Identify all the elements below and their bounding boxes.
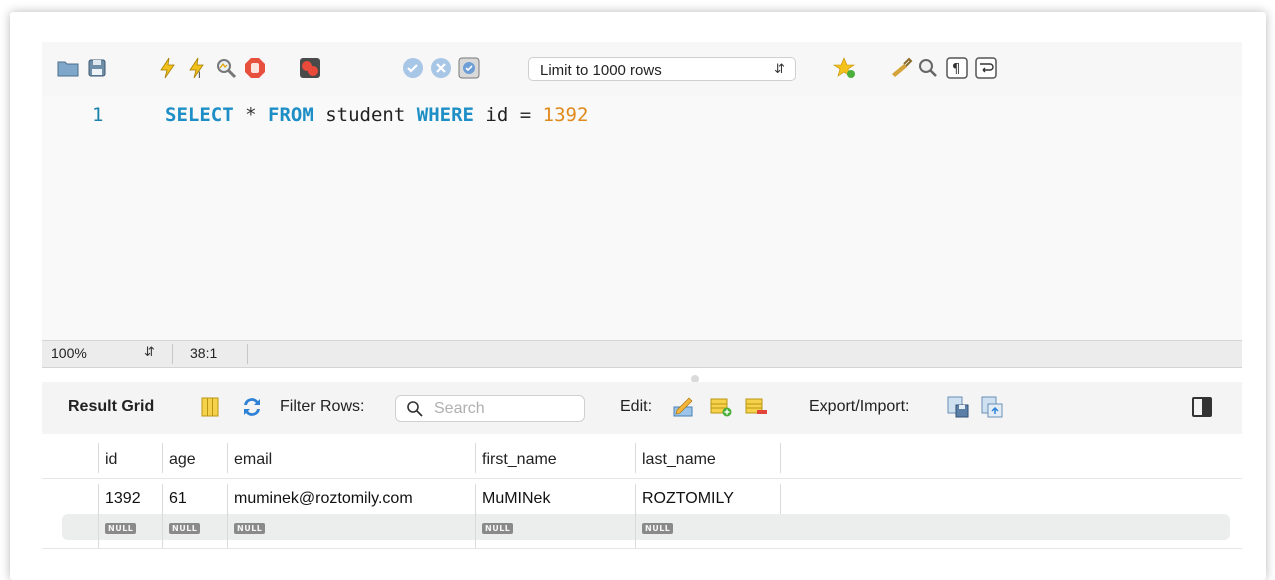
toggle-continue-on-error-icon[interactable]	[298, 56, 322, 80]
sql-table-name: student	[325, 104, 406, 126]
save-icon[interactable]	[85, 56, 109, 80]
export-import-label: Export/Import:	[809, 398, 910, 415]
beautify-icon[interactable]	[889, 56, 913, 80]
sql-number-literal: 1392	[542, 104, 589, 126]
new-row-cell-last-name[interactable]: NULL	[635, 514, 780, 548]
svg-text:¶: ¶	[952, 62, 960, 77]
wrap-icon[interactable]	[974, 56, 998, 80]
svg-text:I: I	[198, 71, 201, 80]
cell-id[interactable]: 1392	[98, 484, 162, 514]
cursor-position: 38:1	[190, 345, 218, 361]
status-divider	[247, 344, 248, 364]
null-badge: NULL	[169, 523, 201, 534]
edit-label: Edit:	[620, 398, 653, 415]
autocommit-icon[interactable]	[457, 56, 481, 80]
sql-editor-window: I Limit to 1000 rows ⇵ ¶ 1 SELECT * FROM…	[10, 12, 1266, 580]
sql-editor[interactable]: 1 SELECT * FROM student WHERE id = 1392	[42, 96, 1242, 340]
column-header-age[interactable]: age	[162, 443, 227, 473]
commit-icon[interactable]	[401, 56, 425, 80]
cell-age[interactable]: 61	[162, 484, 227, 514]
column-divider	[780, 484, 787, 514]
execute-current-icon[interactable]: I	[185, 56, 209, 80]
filter-rows-search-input[interactable]: Search	[395, 395, 585, 422]
new-row-cell-age[interactable]: NULL	[162, 514, 227, 548]
result-grid: id age email first_name last_name 1392 6…	[42, 434, 1242, 556]
find-icon[interactable]	[916, 56, 940, 80]
result-toolbar: Result Grid Filter Rows: Search Edit: Ex…	[42, 382, 1242, 435]
delete-row-icon[interactable]	[744, 395, 768, 419]
invisible-chars-icon[interactable]: ¶	[945, 56, 969, 80]
filter-rows-label: Filter Rows:	[280, 398, 365, 415]
refresh-icon[interactable]	[240, 395, 264, 419]
grid-header-row: id age email first_name last_name	[42, 434, 1242, 479]
sql-toolbar: I Limit to 1000 rows ⇵ ¶	[42, 42, 1242, 97]
grid-bottom-border	[42, 548, 1242, 549]
stop-icon[interactable]	[243, 56, 267, 80]
cell-email[interactable]: muminek@roztomily.com	[227, 484, 475, 514]
editor-status-bar: 100% ⇵ 38:1	[42, 340, 1242, 368]
result-grid-tab[interactable]: Result Grid	[68, 398, 154, 416]
edit-row-icon[interactable]	[671, 395, 695, 419]
sql-operator: =	[519, 104, 532, 126]
limit-rows-select[interactable]: Limit to 1000 rows ⇵	[528, 57, 796, 81]
status-divider	[172, 344, 173, 364]
new-row-cell-email[interactable]: NULL	[227, 514, 475, 548]
cell-last-name[interactable]: ROZTOMILY	[635, 484, 780, 514]
new-row-cell-first-name[interactable]: NULL	[475, 514, 635, 548]
import-icon[interactable]	[980, 395, 1004, 419]
add-snippet-icon[interactable]	[833, 56, 857, 80]
sql-query-line[interactable]: SELECT * FROM student WHERE id = 1392	[165, 104, 588, 126]
column-header-email[interactable]: email	[227, 443, 475, 473]
explain-icon[interactable]	[214, 56, 238, 80]
null-badge: NULL	[105, 523, 137, 534]
column-divider	[780, 443, 782, 473]
sql-keyword-where: WHERE	[416, 104, 474, 126]
search-placeholder: Search	[434, 400, 485, 417]
line-number: 1	[92, 104, 104, 126]
side-panel-toggle-icon[interactable]	[1192, 397, 1212, 417]
folder-open-icon[interactable]	[56, 56, 80, 80]
rollback-icon[interactable]	[429, 56, 453, 80]
select-chevron-icon: ⇵	[774, 61, 785, 76]
limit-rows-value: Limit to 1000 rows	[540, 62, 662, 79]
cell-first-name[interactable]: MuMINek	[475, 484, 635, 514]
null-badge: NULL	[234, 523, 266, 534]
sql-keyword-select: SELECT	[165, 104, 234, 126]
zoom-chevron-icon[interactable]: ⇵	[144, 344, 155, 360]
sql-keyword-from: FROM	[268, 104, 314, 126]
grid-columns-icon[interactable]	[198, 395, 222, 419]
sql-column-name: id	[485, 104, 509, 126]
null-badge: NULL	[482, 523, 514, 534]
insert-row-icon[interactable]	[709, 395, 733, 419]
column-header-id[interactable]: id	[98, 443, 162, 473]
search-icon	[407, 401, 423, 417]
new-row-cell-id[interactable]: NULL	[98, 514, 162, 548]
sql-star: *	[245, 104, 257, 126]
execute-icon[interactable]	[156, 56, 180, 80]
export-icon[interactable]	[946, 395, 970, 419]
null-badge: NULL	[642, 523, 674, 534]
column-header-last-name[interactable]: last_name	[635, 443, 780, 473]
column-header-first-name[interactable]: first_name	[475, 443, 635, 473]
query-tab-content: I Limit to 1000 rows ⇵ ¶ 1 SELECT * FROM…	[42, 42, 1242, 568]
zoom-level[interactable]: 100%	[51, 345, 87, 361]
